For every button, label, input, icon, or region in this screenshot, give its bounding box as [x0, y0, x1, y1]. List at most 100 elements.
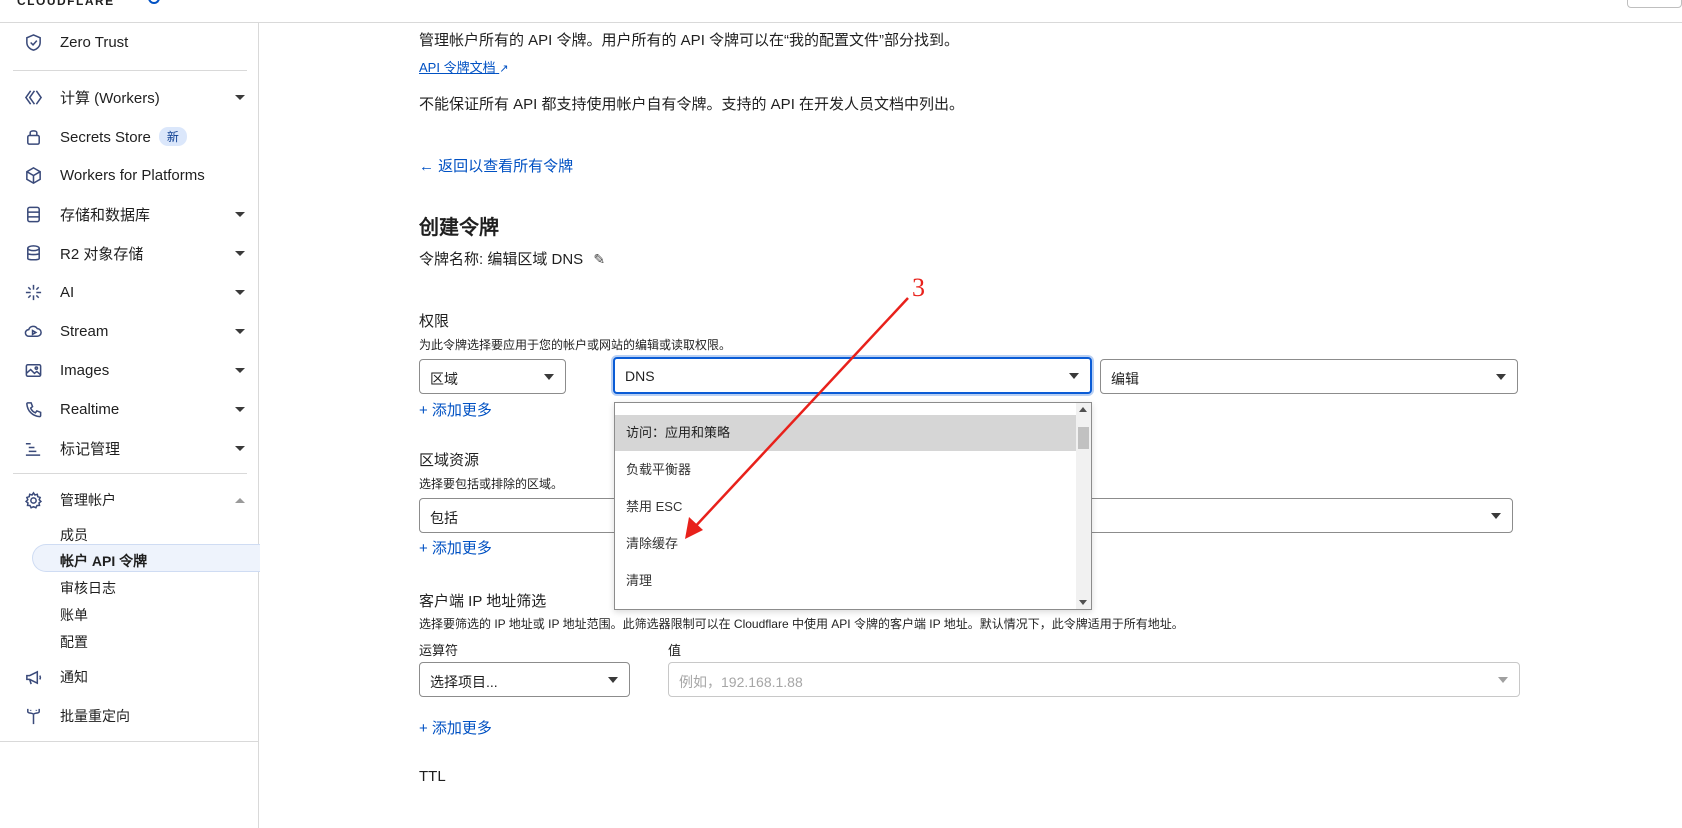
sidebar-item-r2[interactable]: R2 对象存储 [0, 234, 259, 272]
sidebar-item-secrets-store[interactable]: Secrets Store 新 [0, 117, 259, 155]
dropdown-option[interactable]: 禁用 ESC [615, 489, 1078, 525]
sidebar-item-label: 批量重定向 [60, 708, 130, 724]
chevron-down-icon [235, 445, 245, 451]
permission-scope-select[interactable]: 区域 [419, 359, 566, 394]
chevron-down-icon [235, 250, 245, 256]
account-switch-icon[interactable] [148, 0, 160, 4]
chevron-down-icon [1491, 513, 1501, 519]
sparkle-icon [23, 282, 43, 302]
redirect-icon [23, 706, 43, 726]
zone-resources-description: 选择要包括或排除的区域。 [419, 477, 564, 491]
sidebar-item-ai[interactable]: AI [0, 273, 259, 311]
sidebar-item-label: 管理帐户 [60, 492, 116, 508]
ttl-title: TTL [419, 768, 446, 785]
sidebar: Zero Trust 计算 (Workers) Secrets Store 新 W… [0, 23, 260, 828]
permissions-title: 权限 [419, 313, 450, 330]
chevron-down-icon [235, 211, 245, 217]
sidebar-item-label: 标记管理 [60, 440, 121, 458]
lock-icon [23, 126, 43, 146]
sidebar-item-label: AI [60, 283, 75, 301]
sidebar-item-realtime[interactable]: Realtime [0, 390, 259, 428]
sidebar-item-manage-account[interactable]: 管理帐户 [0, 481, 259, 519]
sidebar-subitem-audit-log[interactable]: 审核日志 [60, 578, 116, 598]
select-value: 区域 [430, 371, 458, 387]
page-title: 创建令牌 [419, 217, 499, 239]
chevron-down-icon [235, 367, 245, 373]
chevron-down-icon [608, 677, 618, 683]
sidebar-item-stream[interactable]: Stream [0, 312, 259, 350]
cube-icon [23, 165, 43, 185]
scroll-up-arrow-icon[interactable] [1079, 407, 1087, 412]
new-badge: 新 [158, 126, 187, 146]
sidebar-item-notifications[interactable]: 通知 [0, 658, 259, 696]
sidebar-item-zero-trust[interactable]: Zero Trust [0, 23, 259, 61]
divider [13, 473, 247, 474]
divider [0, 741, 259, 742]
operator-select[interactable]: 选择项目... [419, 662, 630, 697]
external-link-icon: ↗ [499, 63, 509, 75]
zero-trust-icon [23, 32, 43, 52]
chevron-down-icon [544, 374, 554, 380]
token-name: 令牌名称: 编辑区域 DNS ✎ [419, 251, 606, 268]
edit-pencil-icon[interactable]: ✎ [593, 251, 605, 268]
dropdown-option[interactable]: 访问：应用和策略 [615, 415, 1078, 451]
select-value: 选择项目... [430, 674, 498, 690]
dropdown-scrollbar[interactable] [1076, 403, 1091, 609]
select-value: DNS [625, 368, 655, 384]
sidebar-item-storage-databases[interactable]: 存储和数据库 [0, 195, 259, 233]
add-more-permissions-link[interactable]: + 添加更多 [419, 399, 492, 420]
ip-value-input[interactable]: 例如，192.168.1.88 [668, 662, 1520, 697]
permission-level-select[interactable]: 编辑 [1100, 359, 1518, 394]
dropdown-option[interactable]: 清理 [615, 563, 1078, 599]
chevron-down-icon [1498, 677, 1508, 683]
chevron-down-icon [235, 406, 245, 412]
top-right-button[interactable] [1627, 0, 1682, 8]
cloudflare-logo[interactable]: CLOUDFLARE [17, 0, 115, 8]
permissions-description: 为此令牌选择要应用于您的帐户或网站的编辑或读取权限。 [419, 338, 732, 352]
back-to-all-tokens-link[interactable]: ← 返回以查看所有令牌 [419, 155, 573, 176]
add-more-zones-link[interactable]: + 添加更多 [419, 537, 492, 558]
sidebar-item-label: 通知 [60, 669, 88, 685]
permission-resource-select[interactable]: DNS [613, 357, 1092, 394]
zone-resources-title: 区域资源 [419, 452, 480, 469]
sidebar-item-images[interactable]: Images [0, 351, 259, 389]
dropdown-option[interactable]: 清除缓存 [615, 526, 1078, 562]
chevron-down-icon [235, 289, 245, 295]
stream-icon [23, 321, 43, 341]
sidebar-subitem-config[interactable]: 配置 [60, 632, 88, 652]
tag-list-icon [23, 438, 43, 458]
sidebar-item-workers-for-platforms[interactable]: Workers for Platforms [0, 156, 259, 194]
select-value: 包括 [430, 510, 458, 526]
sidebar-item-tag-management[interactable]: 标记管理 [0, 429, 259, 467]
select-value: 编辑 [1111, 371, 1139, 387]
sidebar-item-label: R2 对象存储 [60, 245, 144, 263]
chevron-up-icon [235, 497, 245, 503]
scroll-thumb[interactable] [1078, 427, 1089, 449]
ip-filter-title: 客户端 IP 地址筛选 [419, 593, 547, 610]
sidebar-item-label: Stream [60, 322, 109, 340]
add-more-ip-link[interactable]: + 添加更多 [419, 717, 492, 738]
sidebar-item-label: Images [60, 361, 110, 379]
operator-label: 运算符 [419, 643, 459, 658]
api-docs-link[interactable]: API 令牌文档 ↗ [419, 57, 508, 76]
sidebar-item-label: 存储和数据库 [60, 206, 151, 224]
sidebar-item-workers[interactable]: 计算 (Workers) [0, 78, 259, 116]
sidebar-subitem-billing[interactable]: 账单 [60, 605, 88, 625]
value-label: 值 [668, 643, 682, 658]
intro-text: 管理帐户所有的 API 令牌。用户所有的 API 令牌可以在“我的配置文件”部分… [419, 32, 960, 49]
sidebar-item-label: Secrets Store 新 [60, 126, 187, 146]
dropdown-option[interactable]: 负载平衡器 [615, 452, 1078, 488]
storage-icon [23, 243, 43, 263]
megaphone-icon [23, 667, 43, 687]
chevron-down-icon [1069, 373, 1079, 379]
scroll-down-arrow-icon[interactable] [1079, 600, 1087, 605]
sidebar-item-bulk-redirects[interactable]: 批量重定向 [0, 697, 259, 735]
input-placeholder: 例如，192.168.1.88 [679, 674, 803, 690]
image-icon [23, 360, 43, 380]
sidebar-subitem-members[interactable]: 成员 [60, 525, 88, 545]
sidebar-subitem-account-api-tokens[interactable]: 帐户 API 令牌 [60, 551, 147, 571]
phone-icon [23, 399, 43, 419]
chevron-down-icon [235, 328, 245, 334]
top-bar: CLOUDFLARE [0, 0, 1682, 23]
api-support-note: 不能保证所有 API 都支持使用帐户自有令牌。支持的 API 在开发人员文档中列… [419, 96, 965, 113]
